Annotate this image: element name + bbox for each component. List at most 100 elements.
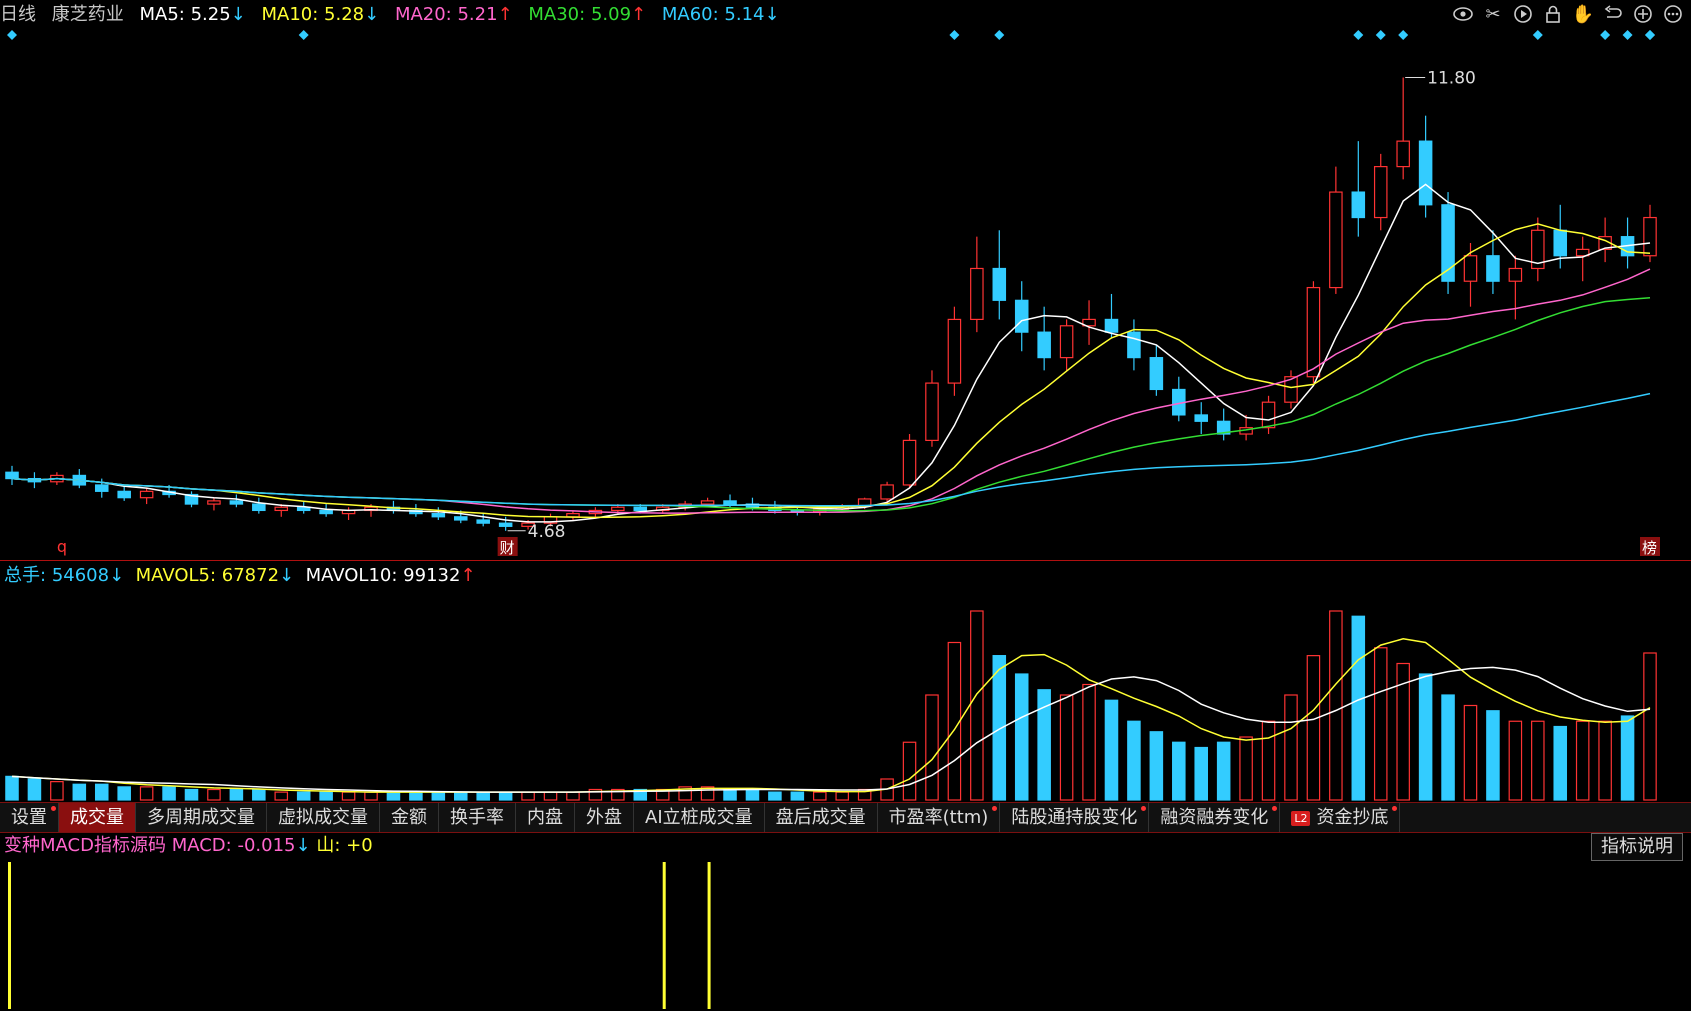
tab-5[interactable]: 换手率 bbox=[439, 803, 516, 832]
candle-up bbox=[1261, 401, 1276, 429]
volume-bar bbox=[1486, 710, 1500, 801]
volume-bar bbox=[813, 791, 827, 801]
candle-down bbox=[1418, 140, 1433, 206]
tab-label: AI立桩成交量 bbox=[645, 807, 753, 828]
undo-icon[interactable] bbox=[1601, 2, 1625, 26]
volume-bar bbox=[498, 791, 513, 801]
volume-bar bbox=[1463, 704, 1478, 801]
tab-7[interactable]: 外盘 bbox=[575, 803, 634, 832]
volume-bar bbox=[1508, 720, 1523, 801]
candle-down bbox=[1553, 229, 1568, 257]
tab-1[interactable]: 成交量 bbox=[59, 803, 136, 832]
tab-12[interactable]: 融资融券变化 bbox=[1149, 803, 1281, 832]
more-icon[interactable] bbox=[1661, 2, 1685, 26]
tab-10[interactable]: 市盈率(ttm) bbox=[878, 803, 1001, 832]
volume-bar bbox=[1329, 610, 1343, 801]
candle-down bbox=[1104, 318, 1119, 333]
volume-chart[interactable] bbox=[0, 590, 1691, 802]
candle-down bbox=[229, 500, 244, 505]
l2-badge: L2 bbox=[1291, 810, 1311, 826]
tab-label: 金额 bbox=[391, 807, 427, 828]
candle-down bbox=[1486, 255, 1500, 282]
candle-up bbox=[902, 439, 917, 486]
macd-indicator-name[interactable]: 变种MACD指标源码 bbox=[4, 835, 166, 856]
tab-9[interactable]: 盘后成交量 bbox=[765, 803, 878, 832]
marker-q[interactable]: q bbox=[57, 537, 67, 556]
indicator-tab-bar: 设置 成交量 多周期成交量 虚拟成交量 金额 换手率 内盘 外盘 AI立桩成交量 盘后成交量 市盈率… bbox=[0, 802, 1691, 833]
tab-11[interactable]: 陆股通持股变化 bbox=[1000, 803, 1150, 832]
price-chart[interactable]: 11.80 4.68 q 财 榜 bbox=[0, 30, 1691, 560]
macd-header: 变种MACD指标源码 MACD: -0.015↓ 山: +0 bbox=[4, 834, 373, 858]
volume-bar bbox=[476, 791, 490, 801]
macd-bars bbox=[8, 862, 711, 1009]
volume-bar bbox=[1194, 746, 1209, 801]
candle-up bbox=[274, 506, 289, 512]
period-label[interactable]: 日线 bbox=[0, 4, 36, 25]
stock-name[interactable]: 康芝药业 bbox=[52, 4, 124, 25]
volume-bar bbox=[207, 788, 221, 801]
tab-2[interactable]: 多周期成交量 bbox=[136, 803, 267, 832]
volume-bar bbox=[94, 783, 109, 801]
volume-bar bbox=[543, 791, 558, 801]
scissors-icon[interactable]: ✂ bbox=[1481, 2, 1505, 26]
tab-dot-icon bbox=[992, 806, 998, 811]
volume-bar bbox=[341, 791, 356, 801]
candle-down bbox=[5, 471, 19, 480]
volume-bar bbox=[252, 788, 266, 801]
macd-chart[interactable] bbox=[0, 860, 1691, 1011]
volume-bar bbox=[745, 788, 760, 801]
marker-bang[interactable]: 榜 bbox=[1642, 539, 1657, 557]
volume-bar bbox=[970, 610, 984, 801]
volume-header: 总手: 54608↓ MAVOL5: 67872↓ MAVOL10: 99132… bbox=[4, 564, 476, 588]
eye-icon[interactable] bbox=[1451, 2, 1475, 26]
volume-bar bbox=[790, 791, 805, 801]
chart-header: 日线 康芝药业 MA5: 5.25↓ MA10: 5.28↓ MA20: 5.2… bbox=[0, 0, 1691, 30]
volume-bar bbox=[902, 741, 917, 801]
tab-3[interactable]: 虚拟成交量 bbox=[267, 803, 380, 832]
tab-13[interactable]: L2 资金抄底 bbox=[1280, 803, 1401, 832]
volume-bar bbox=[1351, 615, 1366, 801]
volume-bar bbox=[453, 791, 468, 801]
candle-up bbox=[925, 382, 939, 441]
hand-icon[interactable]: ✋ bbox=[1571, 2, 1595, 26]
tab-label: 陆股通持股变化 bbox=[1011, 807, 1138, 828]
macd-bar bbox=[8, 862, 11, 1009]
volume-bar bbox=[1261, 720, 1276, 801]
volume-bar bbox=[925, 694, 939, 801]
volume-bar bbox=[296, 791, 311, 801]
volume-bar bbox=[1149, 731, 1164, 801]
ma60-line bbox=[11, 392, 1651, 507]
candle-down bbox=[476, 519, 490, 524]
volume-bar bbox=[5, 775, 19, 801]
tab-0[interactable]: 设置 bbox=[0, 803, 59, 832]
toolbar-icons: ✂ ✋ bbox=[1451, 2, 1685, 28]
candle-up bbox=[207, 500, 221, 505]
tab-4[interactable]: 金额 bbox=[380, 803, 439, 832]
candle-down bbox=[319, 509, 333, 515]
tab-label: 设置 bbox=[11, 807, 47, 828]
play-icon[interactable] bbox=[1511, 2, 1535, 26]
volume-bar bbox=[274, 791, 289, 801]
volume-bar bbox=[1284, 694, 1298, 801]
volume-bar bbox=[1553, 725, 1568, 801]
ma5-line bbox=[11, 183, 1651, 523]
volume-bar bbox=[139, 786, 154, 801]
candle-up bbox=[1059, 325, 1074, 359]
lock-icon[interactable] bbox=[1541, 2, 1565, 26]
candle-down bbox=[1014, 299, 1029, 333]
tab-8[interactable]: AI立桩成交量 bbox=[634, 803, 765, 832]
indicator-help-button[interactable]: 指标说明 bbox=[1591, 833, 1683, 861]
candle-up bbox=[611, 506, 625, 512]
macd-bar bbox=[662, 862, 666, 1009]
tab-6[interactable]: 内盘 bbox=[516, 803, 575, 832]
volume-bar bbox=[1441, 694, 1455, 801]
candle-down bbox=[431, 513, 446, 518]
plus-circle-icon[interactable] bbox=[1631, 2, 1655, 26]
volume-bar bbox=[1598, 720, 1612, 801]
volume-bar bbox=[1082, 683, 1096, 801]
volume-bar bbox=[184, 788, 199, 801]
volume-bar bbox=[1172, 741, 1186, 801]
candle-up bbox=[970, 267, 984, 321]
marker-cai[interactable]: 财 bbox=[500, 539, 515, 557]
ma60-readout: MA60: 5.14↓ bbox=[661, 4, 780, 25]
